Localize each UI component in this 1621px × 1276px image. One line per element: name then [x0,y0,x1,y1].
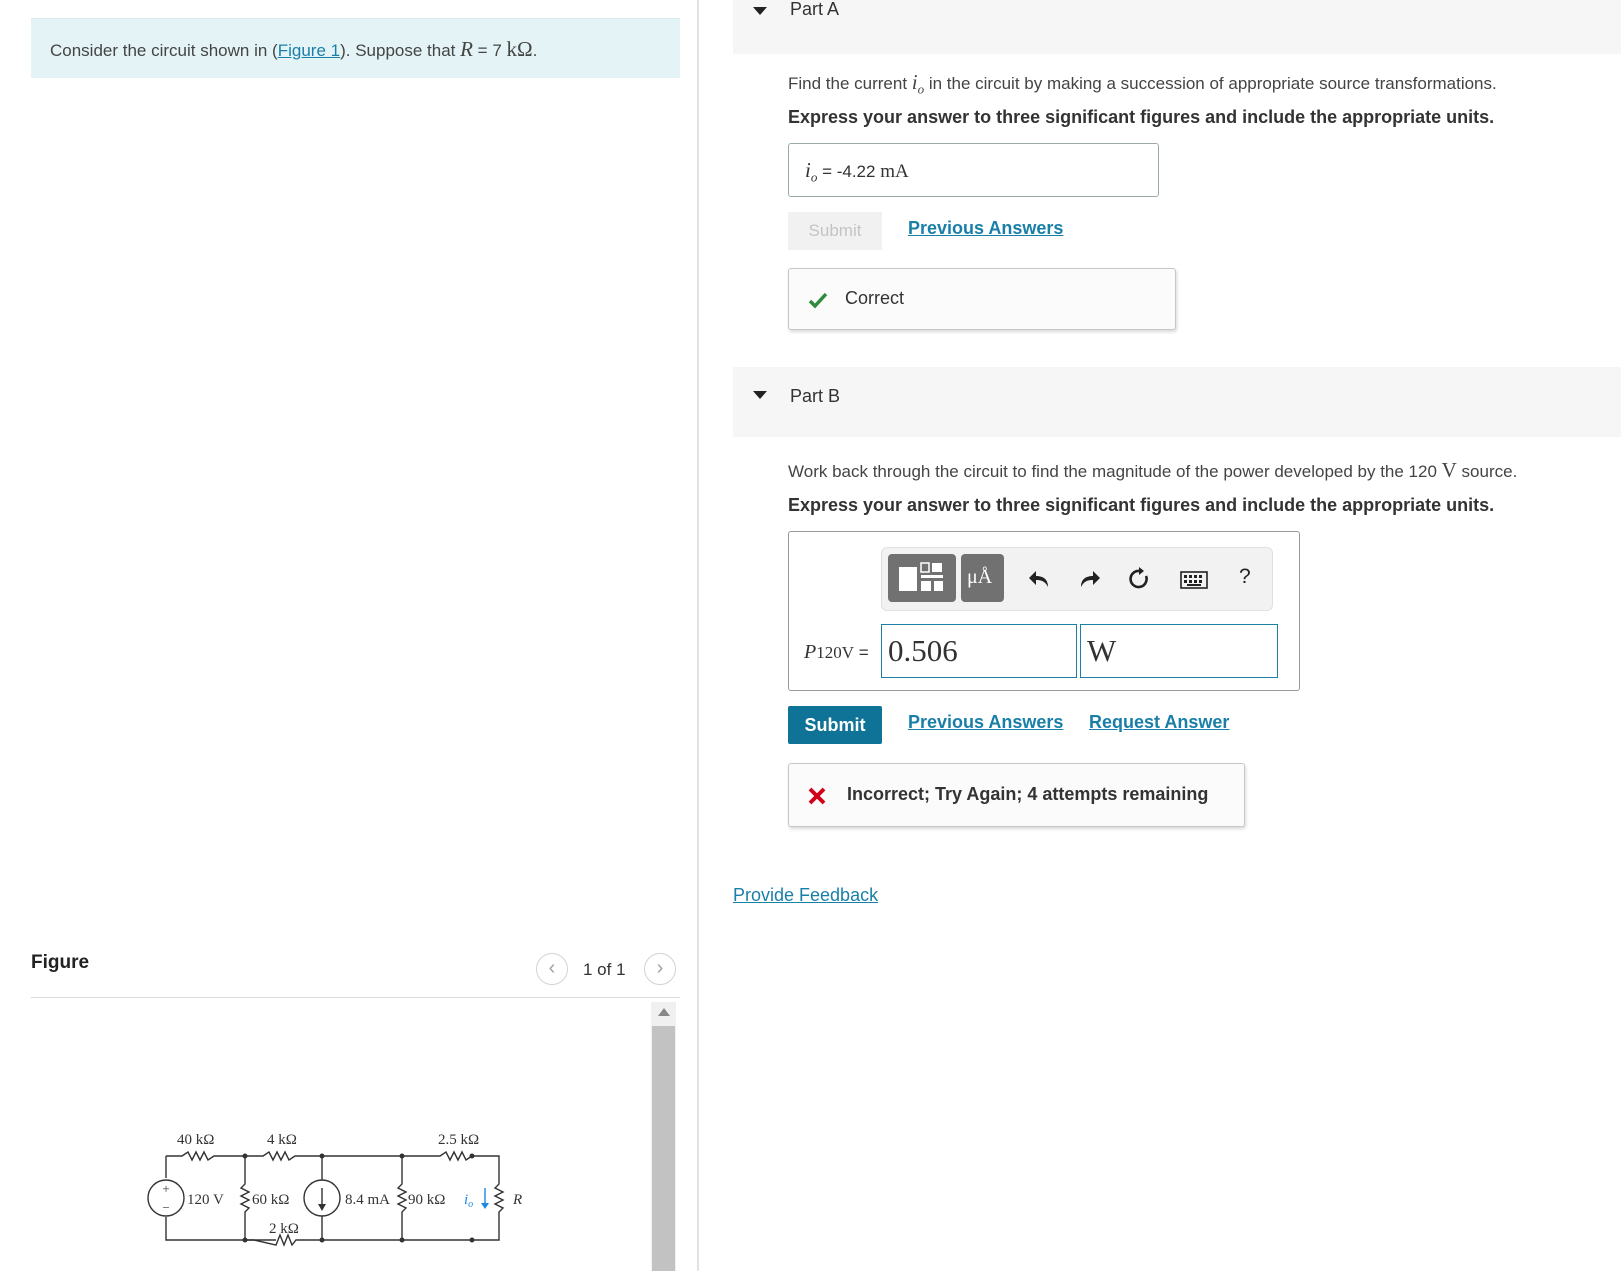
part-b-header[interactable]: Part B [733,367,1621,437]
request-answer-link[interactable]: Request Answer [1089,712,1229,733]
intro-end: . [532,41,538,60]
problem-intro: Consider the circuit shown in (Figure 1)… [31,18,680,78]
resistor-r [493,1173,505,1224]
label-60k: 60 kΩ [252,1192,289,1208]
math-toolbar: μÅ ? [881,547,1273,611]
value-input[interactable]: 0.506 [881,624,1077,678]
part-a-feedback: Correct [788,268,1176,330]
bottom-wire [165,1217,500,1247]
provide-feedback-link[interactable]: Provide Feedback [733,885,878,906]
label-90k: 90 kΩ [408,1192,445,1208]
label-120v: 120 V [187,1192,224,1208]
intro-var-r: R [460,37,473,61]
chevron-left-icon: ‹ [548,957,556,979]
x-icon [808,787,826,805]
intro-text-mid: ). Suppose that [340,41,461,60]
intro-unit: kΩ [506,37,533,61]
figure-counter: 1 of 1 [583,960,626,979]
top-wire-3 [425,1150,500,1173]
templates-icon [899,562,943,591]
templates-button[interactable] [888,554,956,602]
part-b-instructions: Express your answer to three significant… [788,495,1495,515]
top-wire-2 [245,1150,425,1162]
left-pane: Consider the circuit shown in (Figure 1)… [0,0,699,1271]
collapse-caret-icon [753,7,767,15]
label-2-5k: 2.5 kΩ [438,1132,479,1148]
part-a-instructions: Express your answer to three significant… [788,107,1495,127]
figure-link[interactable]: Figure 1 [278,41,340,60]
label-40k: 40 kΩ [177,1132,214,1148]
answer-unit: mA [875,161,909,182]
figure-title: Figure [31,952,90,973]
figure-next-button[interactable]: › [644,953,676,985]
scroll-up-arrow-icon[interactable] [658,1008,670,1016]
figure-divider [31,997,680,998]
figure-scrollbar[interactable] [651,1002,676,1271]
undo-icon[interactable] [1028,568,1052,590]
part-b-question: Work back through the circuit to find th… [788,458,1518,482]
part-a-header[interactable]: Part A [733,0,1621,54]
keyboard-icon[interactable] [1180,571,1208,589]
label-4k: 4 kΩ [267,1132,297,1148]
circuit-diagram: + − 40 kΩ 4 kΩ 2.5 kΩ 120 V 60 kΩ 8.4 mA… [135,1110,555,1276]
part-b-title: Part B [790,386,841,406]
part-a-submit-button: Submit [788,212,882,250]
label-io: io [464,1192,473,1210]
part-b-submit-button[interactable]: Submit [788,706,882,744]
collapse-caret-icon [753,391,767,399]
chevron-right-icon: › [656,957,664,979]
help-icon[interactable]: ? [1239,565,1251,589]
answer-value: -4.22 [836,162,876,181]
reset-icon[interactable] [1127,567,1151,591]
part-a-question: Find the current io in the circuit by ma… [788,70,1497,97]
part-a-previous-answers-link[interactable]: Previous Answers [908,218,1063,239]
intro-eq: = 7 [472,41,507,60]
redo-icon[interactable] [1077,568,1101,590]
units-icon: μÅ [967,566,993,588]
intro-text: Consider the circuit shown in ( [50,41,278,60]
part-a-title: Part A [790,0,840,19]
part-b-feedback-text: Incorrect; Try Again; 4 attempts remaini… [847,784,1209,804]
svg-text:+: + [162,1181,169,1196]
part-a-feedback-text: Correct [845,288,905,308]
label-8-4ma: 8.4 mA [345,1192,390,1208]
part-a-answer-display: io = -4.22 mA [788,143,1159,197]
unit-input[interactable]: W [1080,624,1278,678]
part-b-feedback: Incorrect; Try Again; 4 attempts remaini… [788,763,1245,827]
label-r: R [512,1192,522,1208]
svg-text:−: − [162,1200,169,1215]
part-b-answer-label: P120V = [804,641,869,663]
units-button[interactable]: μÅ [961,554,1004,602]
label-2k: 2 kΩ [269,1221,299,1237]
scroll-thumb[interactable] [652,1026,675,1271]
resistor-60k [239,1156,251,1240]
resistor-90k [396,1156,408,1240]
top-wire [166,1150,245,1162]
checkmark-icon [808,292,828,309]
figure-prev-button[interactable]: ‹ [536,953,568,985]
part-b-previous-answers-link[interactable]: Previous Answers [908,712,1063,733]
